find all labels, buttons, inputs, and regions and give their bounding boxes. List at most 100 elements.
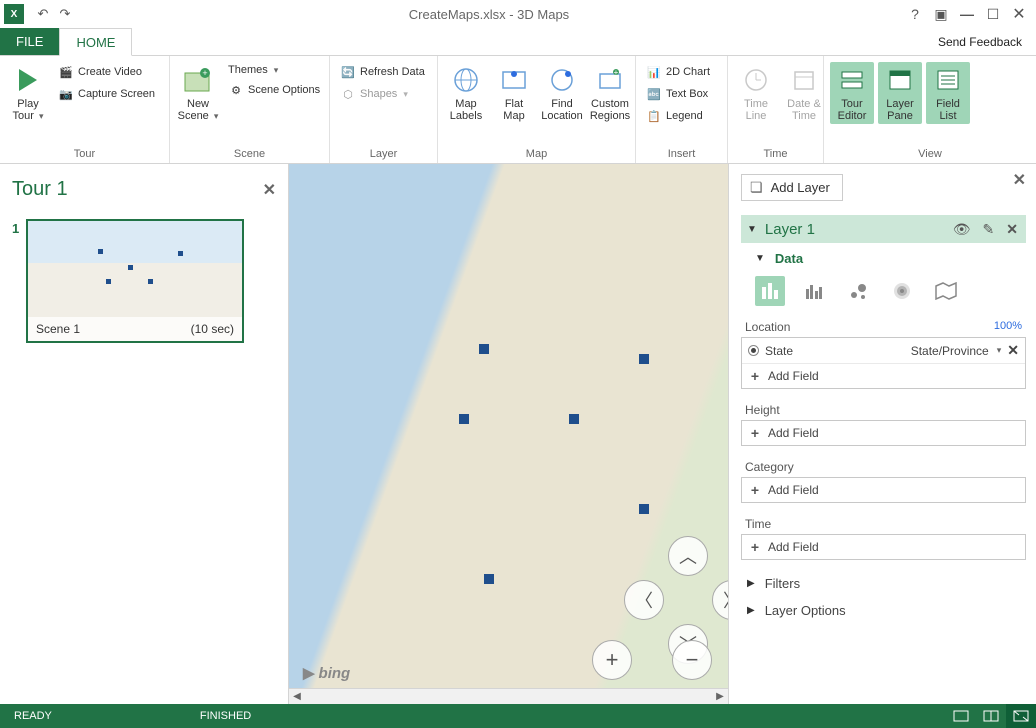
map-labels-button[interactable]: Map Labels — [444, 62, 488, 124]
status-view-layout-button[interactable] — [976, 704, 1006, 728]
scroll-right-button[interactable]: ▶ — [712, 691, 728, 702]
layer-visibility-button[interactable]: 👁 — [951, 221, 973, 238]
maximize-button[interactable]: ☐ — [980, 3, 1006, 25]
scene-duration: (10 sec) — [191, 322, 234, 336]
title-bar: X ↶ ↷ CreateMaps.xlsx - 3D Maps ? ▣ — ☐ … — [0, 0, 1036, 28]
region-viz-button[interactable] — [931, 276, 961, 306]
status-view-normal-button[interactable] — [946, 704, 976, 728]
layer-delete-button[interactable]: ✕ — [1004, 221, 1020, 238]
create-video-button[interactable]: 🎬Create Video — [54, 62, 159, 82]
undo-button[interactable]: ↶ — [32, 3, 54, 25]
layer-group-label: Layer — [336, 146, 431, 163]
layer-pane-close-button[interactable]: ✕ — [1013, 170, 1026, 190]
tour-editor-button[interactable]: Tour Editor — [830, 62, 874, 124]
filters-section[interactable]: ▶ Filters — [741, 570, 1026, 597]
location-field-row[interactable]: State State/Province ▾ ✕ — [742, 338, 1025, 363]
play-tour-button[interactable]: Play Tour ▾ — [6, 62, 50, 124]
location-field-radio[interactable] — [748, 345, 759, 356]
find-location-button[interactable]: Find Location — [540, 62, 584, 124]
date-time-button: Date & Time — [782, 62, 826, 124]
location-field-box: State State/Province ▾ ✕ + Add Field — [741, 337, 1026, 389]
text-box-button[interactable]: 🔤Text Box — [642, 84, 714, 104]
legend-button[interactable]: 📋Legend — [642, 106, 714, 126]
time-label: Time — [745, 517, 771, 531]
add-layer-button[interactable]: ❏ Add Layer — [741, 174, 843, 201]
location-add-field-button[interactable]: + Add Field — [742, 363, 1025, 388]
stacked-column-viz-button[interactable] — [755, 276, 785, 306]
ribbon: Play Tour ▾ 🎬Create Video 📷Capture Scree… — [0, 56, 1036, 164]
window-title: CreateMaps.xlsx - 3D Maps — [76, 7, 902, 22]
scroll-left-button[interactable]: ◀ — [289, 691, 305, 702]
flat-map-button[interactable]: Flat Map — [492, 62, 536, 124]
map-group-label: Map — [444, 146, 629, 163]
heatmap-viz-button[interactable] — [887, 276, 917, 306]
scene-options-button[interactable]: ⚙Scene Options — [224, 80, 324, 100]
main-area: Tour 1 ✕ 1 Scene 1 (10 sec) — [0, 164, 1036, 704]
send-feedback-link[interactable]: Send Feedback — [924, 28, 1036, 55]
rotate-left-button[interactable]: 〈 — [624, 580, 664, 620]
field-list-button[interactable]: Field List — [926, 62, 970, 124]
help-button[interactable]: ? — [902, 3, 928, 25]
location-type-dropdown[interactable]: ▾ — [997, 345, 1002, 356]
close-button[interactable]: ✕ — [1006, 3, 1032, 25]
map-labels-icon — [450, 64, 482, 96]
excel-icon: X — [4, 4, 24, 24]
layer-rename-button[interactable]: ✎ — [981, 221, 997, 238]
refresh-data-button[interactable]: 🔄Refresh Data — [336, 62, 429, 82]
time-add-field-button[interactable]: + Add Field — [742, 535, 1025, 559]
category-field-box: + Add Field — [741, 477, 1026, 503]
ribbon-options-button[interactable]: ▣ — [928, 3, 954, 25]
tour-group-label: Tour — [6, 146, 163, 163]
data-section-header[interactable]: ▼ Data — [741, 243, 1026, 270]
file-tab[interactable]: FILE — [0, 28, 59, 55]
tilt-up-button[interactable]: ︿ — [668, 536, 708, 576]
scene-thumbnail[interactable]: Scene 1 (10 sec) — [26, 219, 244, 343]
new-scene-button[interactable]: + New Scene ▾ — [176, 62, 220, 124]
layer-options-section[interactable]: ▶ Layer Options — [741, 597, 1026, 624]
category-label: Category — [745, 460, 794, 474]
play-icon — [12, 64, 44, 96]
tour-panel-close-button[interactable]: ✕ — [263, 180, 276, 200]
category-add-field-button[interactable]: + Add Field — [742, 478, 1025, 502]
refresh-icon: 🔄 — [340, 64, 356, 80]
flat-map-icon — [498, 64, 530, 96]
layer-pane-icon — [884, 64, 916, 96]
location-field-remove-button[interactable]: ✕ — [1007, 342, 1019, 359]
map-horizontal-scrollbar[interactable]: ◀ ▶ — [289, 688, 728, 704]
legend-icon: 📋 — [646, 108, 662, 124]
scene-group-label: Scene — [176, 146, 323, 163]
2d-chart-button[interactable]: 📊2D Chart — [642, 62, 714, 82]
find-location-icon — [546, 64, 578, 96]
height-add-field-button[interactable]: + Add Field — [742, 421, 1025, 445]
layer-pane-button[interactable]: Layer Pane — [878, 62, 922, 124]
chart-icon: 📊 — [646, 64, 662, 80]
capture-screen-button[interactable]: 📷Capture Screen — [54, 84, 159, 104]
plus-icon: + — [748, 539, 762, 555]
layer-collapse-icon: ▼ — [747, 224, 757, 235]
custom-regions-button[interactable]: +Custom Regions — [588, 62, 632, 124]
scene-index: 1 — [12, 219, 26, 343]
shapes-button[interactable]: ⬡Shapes▾ — [336, 84, 429, 104]
status-view-fullscreen-button[interactable] — [1006, 704, 1036, 728]
map-area[interactable]: ▶bing ︿ 〈 〉 ﹀ + − ◀ ▶ — [288, 164, 728, 704]
minimize-button[interactable]: — — [954, 3, 980, 25]
location-label: Location — [745, 320, 790, 334]
layer-header[interactable]: ▼ Layer 1 👁 ✎ ✕ — [741, 215, 1026, 243]
clustered-column-viz-button[interactable] — [799, 276, 829, 306]
video-icon: 🎬 — [58, 64, 74, 80]
custom-regions-icon: + — [594, 64, 626, 96]
map-canvas[interactable] — [289, 164, 728, 704]
gear-icon: ⚙ — [228, 82, 244, 98]
svg-text:+: + — [614, 68, 619, 77]
location-confidence[interactable]: 100% — [994, 320, 1022, 334]
bubble-viz-button[interactable] — [843, 276, 873, 306]
insert-group-label: Insert — [642, 146, 721, 163]
zoom-out-button[interactable]: − — [672, 640, 712, 680]
home-tab[interactable]: HOME — [59, 28, 132, 56]
scene-name: Scene 1 — [36, 322, 80, 336]
layer-name: Layer 1 — [765, 221, 943, 238]
visualization-type-row — [741, 270, 1026, 316]
zoom-in-button[interactable]: + — [592, 640, 632, 680]
redo-button[interactable]: ↷ — [54, 3, 76, 25]
themes-button[interactable]: Themes▾ — [224, 62, 324, 78]
